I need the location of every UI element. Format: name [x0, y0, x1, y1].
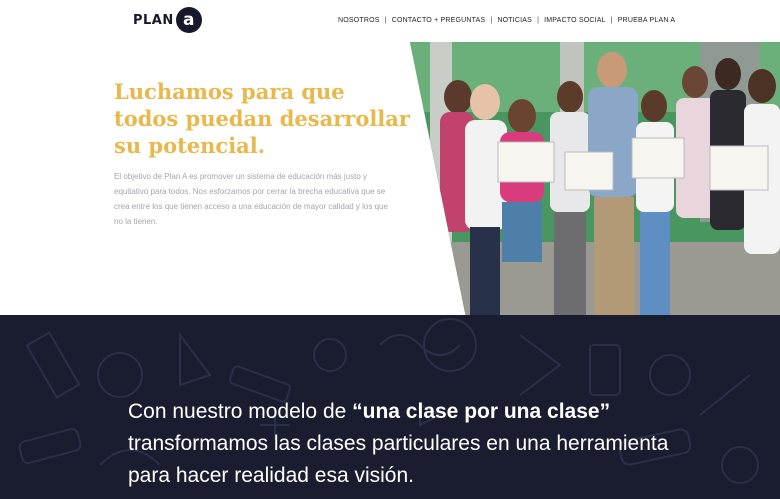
mission-quote: Con nuestro modelo de “una clase por una… [128, 396, 688, 492]
nav-prueba-plan-a[interactable]: PRUEBA PLAN A [618, 17, 675, 24]
quote-text-start: Con nuestro modelo de [128, 400, 353, 423]
main-nav: NOSOTROS | CONTACTO + PREGUNTAS | NOTICI… [338, 17, 675, 24]
logo-word: PLAN [133, 12, 174, 28]
nav-separator: | [490, 17, 493, 24]
nav-contacto-preguntas[interactable]: CONTACTO + PREGUNTAS [392, 17, 486, 24]
site-header: PLAN a NOSOTROS | CONTACTO + PREGUNTAS |… [0, 0, 780, 42]
hero-body-text: El objetivo de Plan A es promover un sis… [114, 172, 388, 226]
plan-a-logo[interactable]: PLAN a [133, 7, 202, 33]
nav-separator: | [537, 17, 540, 24]
logo-a-icon: a [175, 7, 202, 33]
hero-students-photo [410, 42, 780, 315]
nav-noticias[interactable]: NOTICIAS [497, 17, 532, 24]
mission-band: Con nuestro modelo de “una clase por una… [0, 315, 780, 499]
hero-section: Luchamos para que todos puedan desarroll… [0, 42, 780, 315]
nav-nosotros[interactable]: NOSOTROS [338, 17, 380, 24]
nav-impacto-social[interactable]: IMPACTO SOCIAL [544, 17, 606, 24]
quote-emphasis: “una clase por una clase” [352, 400, 611, 423]
quote-text-end: transformamos las clases particulares en… [128, 432, 669, 487]
nav-separator: | [384, 17, 387, 24]
hero-headline: Luchamos para que todos puedan desarroll… [114, 79, 410, 158]
nav-separator: | [610, 17, 613, 24]
